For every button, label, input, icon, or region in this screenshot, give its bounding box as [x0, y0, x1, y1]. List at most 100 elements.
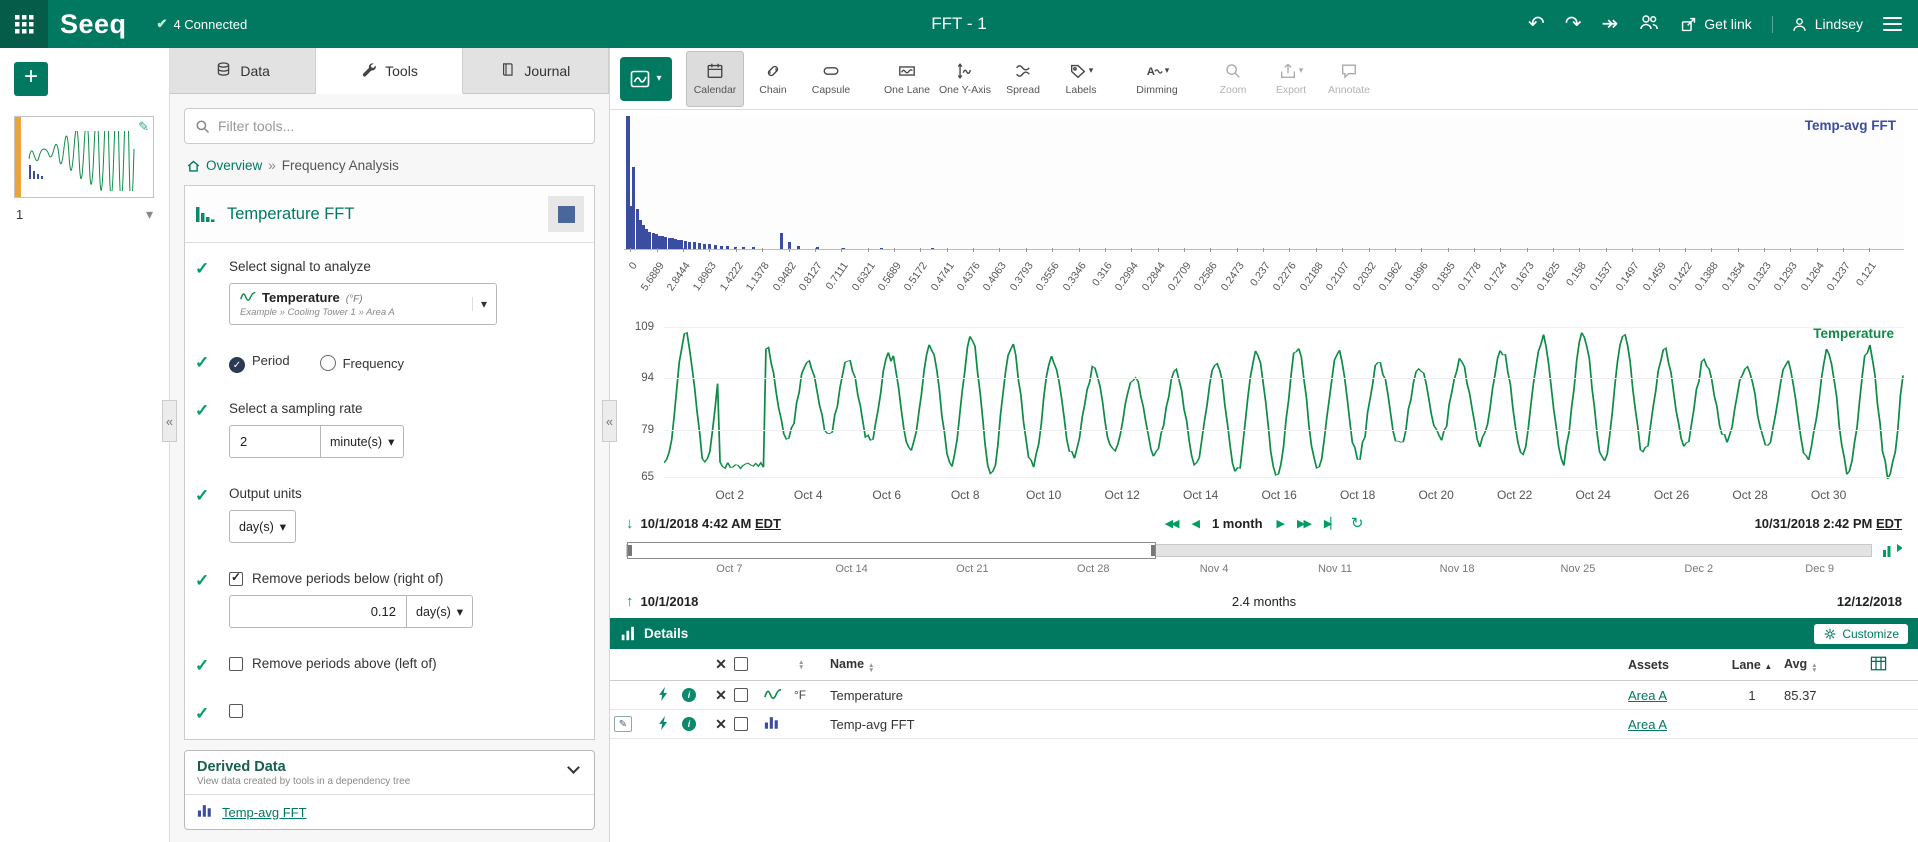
derived-item-link[interactable]: Temp-avg FFT: [222, 805, 307, 820]
connection-status[interactable]: ✔ 4 Connected: [157, 16, 248, 32]
toolbar-button-calendar[interactable]: Calendar: [686, 51, 744, 107]
collapse-worksheets-handle[interactable]: «: [162, 400, 177, 442]
clipped-checkbox[interactable]: [229, 704, 582, 718]
fft-bar: [797, 246, 800, 249]
trend-chart[interactable]: 109947965 Temperature: [624, 324, 1904, 484]
caret-down-icon: ▾: [656, 73, 661, 84]
remove-all-column[interactable]: ✕: [708, 656, 734, 673]
edit-worksheet-icon[interactable]: ✎: [138, 119, 149, 135]
get-link-button[interactable]: Get link: [1680, 16, 1751, 33]
timeline-left-handle[interactable]: [628, 545, 632, 556]
toolbar-button-labels[interactable]: ▾Labels: [1052, 51, 1110, 107]
remove-below-checkbox[interactable]: Remove periods below (right of): [229, 571, 582, 586]
derived-data-item[interactable]: Temp-avg FFT: [185, 794, 594, 829]
app-launcher-button[interactable]: [0, 0, 48, 48]
add-column-icon[interactable]: [1870, 656, 1918, 674]
trend-x-tick: Oct 2: [715, 488, 744, 502]
customize-button[interactable]: Customize: [1814, 624, 1908, 644]
remove-icon[interactable]: ✕: [708, 687, 734, 704]
assets-column-header[interactable]: Assets: [1628, 658, 1720, 672]
navigate-icon[interactable]: [656, 686, 682, 705]
toolbar-button-spread[interactable]: Spread: [994, 51, 1052, 107]
step-back-double-icon[interactable]: ◀◀: [1165, 517, 1178, 530]
users-icon[interactable]: [1638, 12, 1660, 36]
duration-label[interactable]: 1 month: [1212, 516, 1263, 531]
trend-x-tick: Oct 26: [1654, 488, 1689, 502]
fast-forward-icon[interactable]: ▶▶: [1297, 517, 1310, 530]
seeq-logo[interactable]: Seeq: [60, 9, 127, 40]
hamburger-menu-icon[interactable]: [1883, 17, 1902, 32]
jump-up-icon[interactable]: ↑: [626, 593, 634, 610]
fft-tool-card: Temperature FFT ✓ Select signal to analy…: [184, 185, 595, 740]
edit-item-icon[interactable]: ✎: [614, 716, 632, 732]
signal-select[interactable]: Temperature (°F) Example » Cooling Tower…: [229, 283, 497, 325]
add-worksheet-button[interactable]: +: [14, 62, 48, 96]
info-icon[interactable]: i: [682, 688, 696, 702]
row-checkbox[interactable]: [734, 688, 748, 702]
refresh-icon[interactable]: ↻: [1351, 514, 1364, 532]
wrench-icon: [360, 61, 377, 81]
timeline-selected-range[interactable]: [627, 542, 1156, 559]
details-header: Details Customize: [610, 618, 1918, 649]
toolbar-button-annotate: Annotate: [1320, 51, 1378, 107]
avg-column-header[interactable]: Avg▲▼: [1784, 657, 1870, 673]
tab-data[interactable]: Data: [170, 48, 316, 93]
fft-icon: [764, 715, 794, 733]
table-row-temperature[interactable]: i✕°FTemperatureArea A185.37: [610, 681, 1918, 710]
tab-journal[interactable]: Journal: [463, 48, 609, 93]
color-picker-button[interactable]: [548, 196, 584, 232]
avg-cell: 85.37: [1784, 688, 1870, 703]
filter-tools-search[interactable]: [184, 108, 595, 144]
collapse-tools-handle[interactable]: «: [602, 400, 617, 442]
frequency-radio[interactable]: Frequency: [320, 355, 404, 371]
asset-link[interactable]: Area A: [1628, 717, 1667, 732]
remove-below-input[interactable]: [229, 595, 407, 628]
worksheet-collapse-caret-icon[interactable]: ▾: [146, 206, 153, 223]
undo-icon[interactable]: ↶: [1528, 14, 1545, 34]
toolbar-button-one-lane[interactable]: One Lane: [878, 51, 936, 107]
sampling-unit-dropdown[interactable]: minute(s)▾: [321, 425, 404, 458]
user-menu[interactable]: Lindsey: [1772, 16, 1863, 33]
derived-data-header[interactable]: Derived Data: [185, 751, 594, 776]
view-mode-button[interactable]: ▾: [620, 57, 672, 101]
timeline-tick-label: Nov 25: [1561, 563, 1596, 575]
step-back-icon[interactable]: ◀: [1192, 517, 1198, 530]
toolbar-button-dimming[interactable]: A▾Dimming: [1128, 51, 1186, 107]
remove-icon[interactable]: ✕: [708, 716, 734, 733]
timeline-track[interactable]: [626, 544, 1872, 557]
toolbar-button-capsule[interactable]: Capsule: [802, 51, 860, 107]
name-column-header[interactable]: Name▲▼: [830, 657, 1628, 673]
step-forward-icon[interactable]: ▶: [1277, 517, 1283, 530]
period-radio[interactable]: ✓Period: [229, 353, 290, 373]
auto-update-icon[interactable]: [1882, 540, 1902, 561]
table-row-temp-avg-fft[interactable]: ✎i✕Temp-avg FFTArea A: [610, 710, 1918, 739]
trend-x-tick: Oct 28: [1732, 488, 1767, 502]
investigate-start[interactable]: 10/1/2018: [641, 594, 699, 609]
select-all-checkbox[interactable]: [734, 657, 748, 671]
lane-column-header[interactable]: Lane ▲: [1720, 658, 1784, 672]
range-start-datetime[interactable]: 10/1/2018 4:42 AM EDT: [641, 516, 781, 531]
breadcrumb-home-link[interactable]: Overview: [186, 158, 262, 173]
navigate-icon[interactable]: [656, 715, 682, 734]
tab-tools[interactable]: Tools: [316, 48, 462, 94]
jump-to-start-icon[interactable]: ↓: [626, 515, 634, 532]
remove-below-unit-dropdown[interactable]: day(s)▾: [407, 595, 473, 628]
row-checkbox[interactable]: [734, 717, 748, 731]
timeline-right-handle[interactable]: [1151, 545, 1155, 556]
info-icon[interactable]: i: [682, 717, 696, 731]
toolbar-button-one-y-axis[interactable]: One Y-Axis: [936, 51, 994, 107]
redo-icon[interactable]: ↷: [1565, 14, 1582, 34]
range-end-datetime[interactable]: 10/31/2018 2:42 PM EDT: [1755, 516, 1902, 531]
asset-link[interactable]: Area A: [1628, 688, 1667, 703]
sort-icon[interactable]: ▲▼: [798, 660, 830, 670]
investigate-end[interactable]: 12/12/2018: [1837, 594, 1902, 609]
worksheet-thumbnail[interactable]: ✎: [14, 116, 154, 198]
remove-above-checkbox[interactable]: Remove periods above (left of): [229, 656, 582, 671]
output-unit-dropdown[interactable]: day(s)▾: [229, 510, 296, 543]
forward-icon[interactable]: ↠: [1602, 14, 1619, 34]
fft-chart[interactable]: Temp-avg FFT 05.68892.84441.89631.42221.…: [624, 116, 1904, 316]
toolbar-button-chain[interactable]: Chain: [744, 51, 802, 107]
sampling-rate-input[interactable]: [229, 425, 321, 458]
filter-tools-input[interactable]: [218, 118, 584, 134]
skip-to-end-icon[interactable]: ▶▏: [1324, 517, 1337, 530]
